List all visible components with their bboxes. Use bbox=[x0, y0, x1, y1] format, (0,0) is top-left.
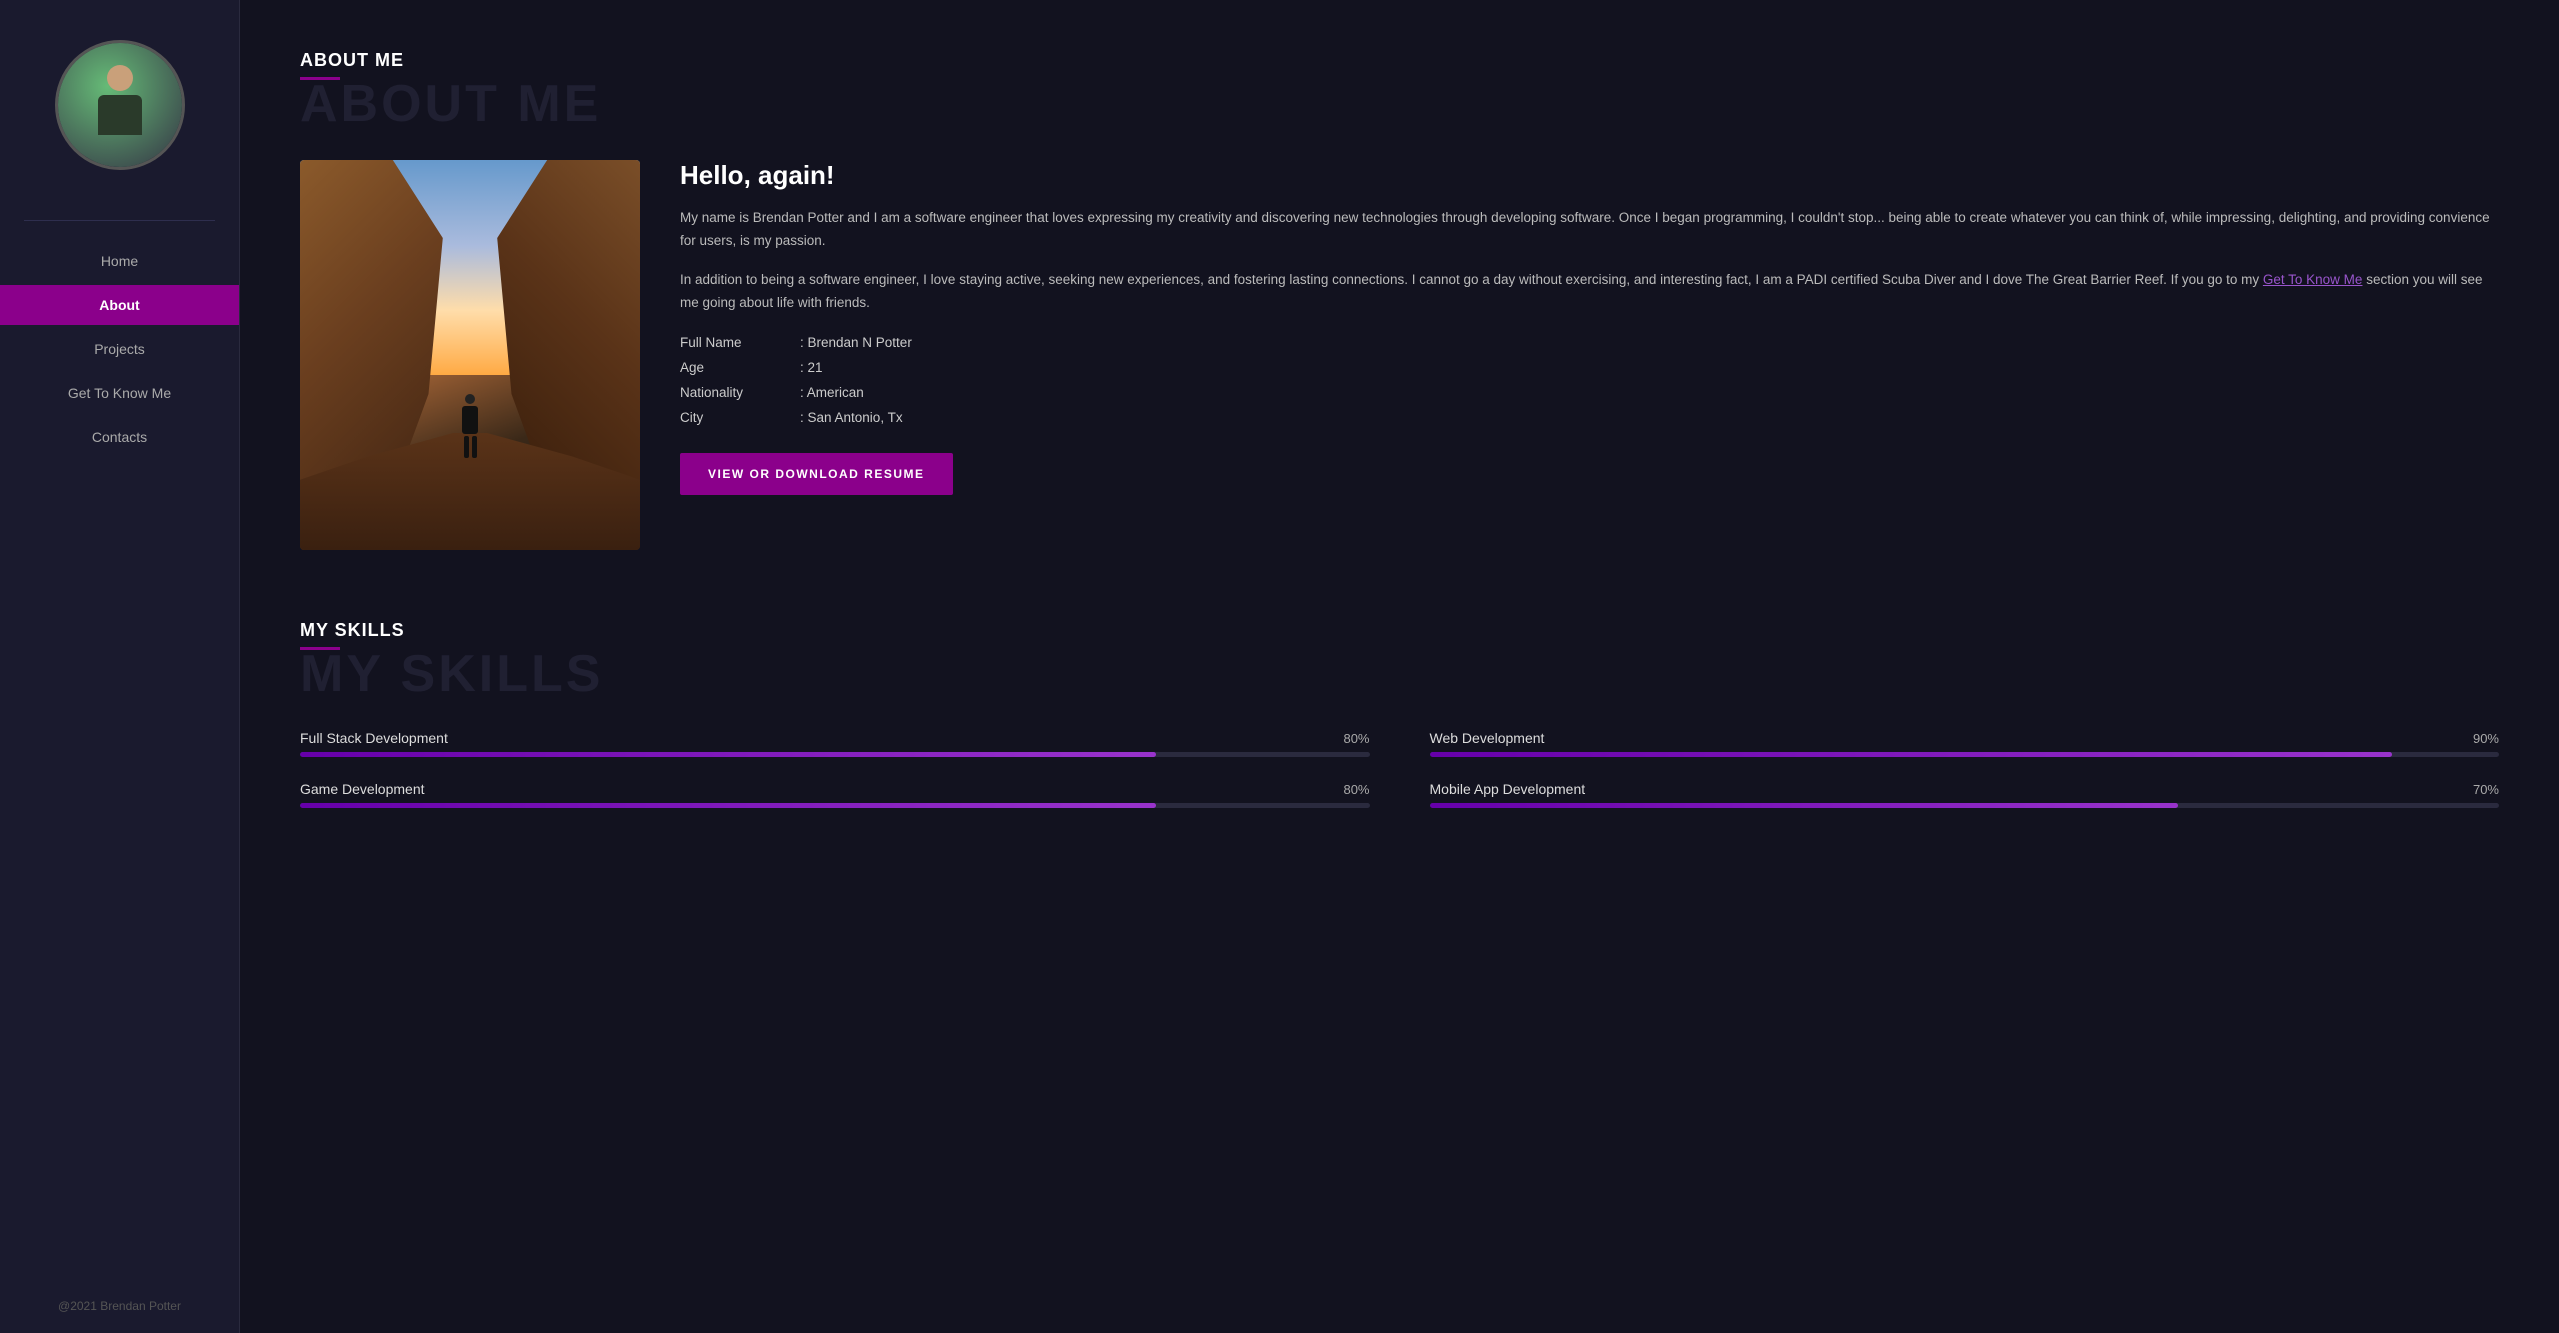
about-section: ABOUT ME ABOUT ME bbox=[300, 50, 2499, 550]
skill-bar-bg-0 bbox=[300, 752, 1370, 757]
about-text-block: Hello, again! My name is Brendan Potter … bbox=[680, 160, 2499, 495]
skill-bar-fill-3 bbox=[1430, 803, 2179, 808]
skills-title-small: MY SKILLS bbox=[300, 620, 2499, 658]
sidebar: HomeAboutProjectsGet To Know MeContacts … bbox=[0, 0, 240, 1333]
section-header-skills: MY SKILLS MY SKILLS bbox=[300, 620, 2499, 700]
about-paragraph-1: My name is Brendan Potter and I am a sof… bbox=[680, 207, 2499, 253]
skill-pct-3: 70% bbox=[2473, 782, 2499, 797]
nationality-value: : American bbox=[800, 385, 2499, 400]
city-label: City bbox=[680, 410, 800, 425]
age-value: : 21 bbox=[800, 360, 2499, 375]
skill-header-0: Full Stack Development 80% bbox=[300, 730, 1370, 746]
skill-bar-fill-0 bbox=[300, 752, 1156, 757]
city-value: : San Antonio, Tx bbox=[800, 410, 2499, 425]
skill-bar-fill-2 bbox=[300, 803, 1156, 808]
skill-header-1: Web Development 90% bbox=[1430, 730, 2500, 746]
sidebar-item-projects[interactable]: Projects bbox=[0, 329, 239, 369]
get-to-know-link[interactable]: Get To Know Me bbox=[2263, 272, 2363, 287]
skill-name-2: Game Development bbox=[300, 781, 425, 797]
skills-grid: Full Stack Development 80% Web Developme… bbox=[300, 730, 2499, 808]
sidebar-item-home[interactable]: Home bbox=[0, 241, 239, 281]
avatar bbox=[55, 40, 185, 170]
nationality-label: Nationality bbox=[680, 385, 800, 400]
sidebar-item-contacts[interactable]: Contacts bbox=[0, 417, 239, 457]
full-name-value: : Brendan N Potter bbox=[800, 335, 2499, 350]
sidebar-item-about[interactable]: About bbox=[0, 285, 239, 325]
main-content: ABOUT ME ABOUT ME bbox=[240, 0, 2559, 1333]
skills-section: MY SKILLS MY SKILLS Full Stack Developme… bbox=[300, 620, 2499, 808]
about-title-small: ABOUT ME bbox=[300, 50, 2499, 88]
skill-pct-2: 80% bbox=[1343, 782, 1369, 797]
section-header-about: ABOUT ME ABOUT ME bbox=[300, 50, 2499, 130]
resume-button[interactable]: VIEW OR DOWNLOAD RESUME bbox=[680, 453, 953, 495]
sidebar-nav: HomeAboutProjectsGet To Know MeContacts bbox=[0, 241, 239, 457]
info-table: Full Name : Brendan N Potter Age : 21 Na… bbox=[680, 335, 2499, 425]
skill-pct-1: 90% bbox=[2473, 731, 2499, 746]
para2-before: In addition to being a software engineer… bbox=[680, 272, 2263, 287]
sidebar-footer: @2021 Brendan Potter bbox=[58, 1299, 181, 1333]
skill-name-0: Full Stack Development bbox=[300, 730, 448, 746]
skill-bar-fill-1 bbox=[1430, 752, 2393, 757]
skill-bar-bg-2 bbox=[300, 803, 1370, 808]
about-paragraph-2: In addition to being a software engineer… bbox=[680, 269, 2499, 315]
hello-heading: Hello, again! bbox=[680, 160, 2499, 191]
age-label: Age bbox=[680, 360, 800, 375]
sidebar-item-get-to-know[interactable]: Get To Know Me bbox=[0, 373, 239, 413]
skill-bar-bg-1 bbox=[1430, 752, 2500, 757]
skill-header-2: Game Development 80% bbox=[300, 781, 1370, 797]
skill-item-3: Mobile App Development 70% bbox=[1430, 781, 2500, 808]
sidebar-divider bbox=[24, 220, 215, 221]
skill-item-2: Game Development 80% bbox=[300, 781, 1370, 808]
skill-item-0: Full Stack Development 80% bbox=[300, 730, 1370, 757]
skill-bar-bg-3 bbox=[1430, 803, 2500, 808]
about-content: Hello, again! My name is Brendan Potter … bbox=[300, 160, 2499, 550]
about-photo bbox=[300, 160, 640, 550]
full-name-label: Full Name bbox=[680, 335, 800, 350]
skill-item-1: Web Development 90% bbox=[1430, 730, 2500, 757]
skill-name-3: Mobile App Development bbox=[1430, 781, 1586, 797]
skill-pct-0: 80% bbox=[1343, 731, 1369, 746]
skill-name-1: Web Development bbox=[1430, 730, 1545, 746]
skill-header-3: Mobile App Development 70% bbox=[1430, 781, 2500, 797]
